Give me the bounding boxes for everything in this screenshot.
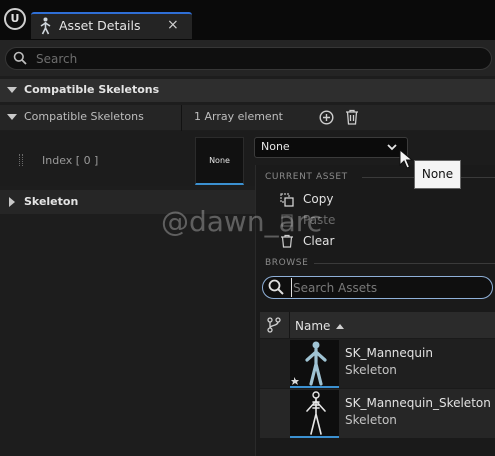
list-item[interactable]: SK_Mannequin Skeleton — [260, 339, 495, 388]
search-box[interactable] — [5, 47, 492, 70]
source-control-icon[interactable] — [267, 317, 281, 333]
asset-name: SK_Mannequin_Skeleton — [345, 396, 491, 410]
skeleton-icon — [306, 391, 326, 435]
search-input[interactable] — [36, 49, 476, 68]
property-row-compatible-skeletons: Compatible Skeletons 1 Array element — [0, 105, 495, 130]
search-icon — [268, 279, 284, 295]
asset-search-box[interactable] — [262, 276, 493, 299]
delete-all-icon[interactable] — [345, 109, 359, 125]
category-title: Compatible Skeletons — [24, 83, 160, 96]
list-item[interactable]: SK_Mannequin_Skeleton Skeleton — [260, 389, 495, 438]
browse-header: BROWSE — [265, 258, 309, 268]
category-header-compatible-skeletons[interactable]: Compatible Skeletons — [0, 79, 495, 102]
add-element-icon[interactable] — [319, 110, 334, 125]
asset-search-input[interactable] — [291, 278, 486, 297]
search-bar — [0, 40, 495, 76]
unreal-logo-icon[interactable]: U — [4, 8, 26, 30]
thumbnail-label: None — [209, 156, 230, 165]
asset-type: Skeleton — [345, 363, 397, 377]
asset-thumbnail[interactable]: None — [195, 137, 244, 185]
chevron-down-icon — [387, 144, 397, 151]
asset-picker-combo[interactable]: None — [254, 137, 408, 158]
column-divider[interactable] — [289, 312, 290, 338]
search-icon — [13, 51, 27, 65]
category-title: Skeleton — [24, 195, 79, 208]
tooltip: None — [414, 160, 461, 189]
expand-arrow-icon[interactable] — [9, 197, 15, 207]
current-asset-header: CURRENT ASSET — [265, 172, 348, 182]
drag-handle-icon[interactable] — [19, 154, 23, 166]
asset-name: SK_Mannequin — [345, 346, 433, 360]
copy-menu-item[interactable]: Copy — [303, 192, 333, 206]
watermark: @dawn_arc — [161, 205, 323, 238]
asset-thumbnail — [290, 340, 339, 388]
skeleton-figure-icon — [40, 17, 51, 35]
asset-type: Skeleton — [345, 413, 397, 427]
array-count: 1 Array element — [194, 110, 283, 123]
close-icon[interactable]: × — [167, 17, 179, 33]
skeleton-mesh-icon — [291, 341, 327, 386]
asset-thumbnail — [290, 390, 339, 438]
mouse-cursor-icon — [399, 149, 413, 169]
array-index-label: Index [ 0 ] — [42, 154, 99, 167]
tab-asset-details[interactable]: Asset Details × — [31, 12, 192, 39]
expand-array-arrow-icon[interactable] — [7, 114, 17, 120]
combo-value: None — [261, 140, 290, 153]
tab-title: Asset Details — [59, 18, 141, 33]
name-column-header[interactable]: Name — [295, 319, 330, 333]
property-name: Compatible Skeletons — [24, 110, 144, 123]
divider — [314, 263, 495, 264]
collapse-arrow-icon[interactable] — [7, 87, 17, 93]
sort-ascending-icon — [336, 324, 344, 329]
